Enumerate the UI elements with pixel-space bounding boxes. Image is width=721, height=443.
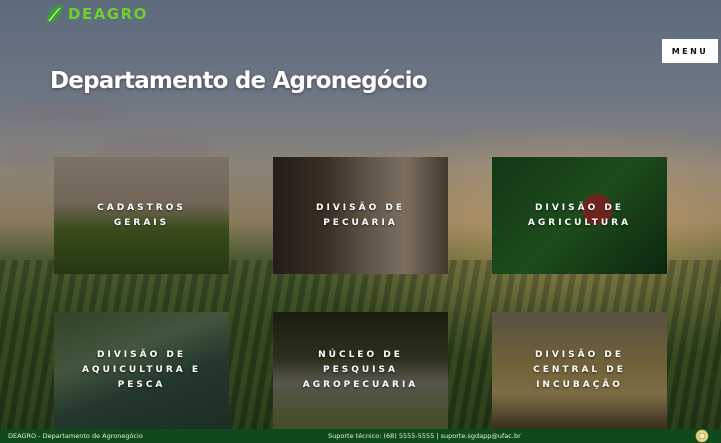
footer: DEAGRO - Departamento de Agronegócio Sup… (0, 429, 721, 443)
card-divisao-aquicultura-pesca[interactable]: DIVISÃO DE AQUICULTURA E PESCA (54, 312, 229, 429)
footer-support-info: Suporte técnico: (68) 5555-5555 | suport… (328, 432, 521, 440)
card-label: DIVISÃO DE AGRICULTURA (527, 202, 632, 228)
card-label: NÚCLEO DE PESQUISA AGROPECUARIA (302, 350, 419, 390)
cloud (10, 100, 120, 122)
card-divisao-pecuaria[interactable]: DIVISÃO DE PECUARIA (273, 157, 448, 274)
cloud (95, 135, 215, 159)
university-seal-icon (695, 429, 709, 443)
card-cadastros-gerais[interactable]: CADASTROS GERAIS (54, 157, 229, 274)
card-label: DIVISÃO DE CENTRAL DE INCUBAÇÃO (533, 350, 626, 390)
card-nucleo-pesquisa-agropecuaria[interactable]: NÚCLEO DE PESQUISA AGROPECUARIA (273, 312, 448, 429)
logo-text: DEAGRO (68, 5, 148, 23)
footer-title: DEAGRO - Departamento de Agronegócio (8, 432, 143, 440)
card-label: DIVISÃO DE PECUARIA (316, 202, 405, 228)
card-label: DIVISÃO DE AQUICULTURA E PESCA (81, 350, 202, 390)
card-divisao-agricultura[interactable]: DIVISÃO DE AGRICULTURA (492, 157, 667, 274)
menu-button[interactable]: MENU (662, 39, 718, 63)
card-label: CADASTROS GERAIS (97, 202, 186, 228)
leaf-icon (47, 5, 63, 23)
page-title: Departamento de Agronegócio (50, 68, 428, 94)
deagro-logo[interactable]: DEAGRO (44, 2, 148, 26)
cloud (0, 148, 60, 166)
card-divisao-central-incubacao[interactable]: DIVISÃO DE CENTRAL DE INCUBAÇÃO (492, 312, 667, 429)
